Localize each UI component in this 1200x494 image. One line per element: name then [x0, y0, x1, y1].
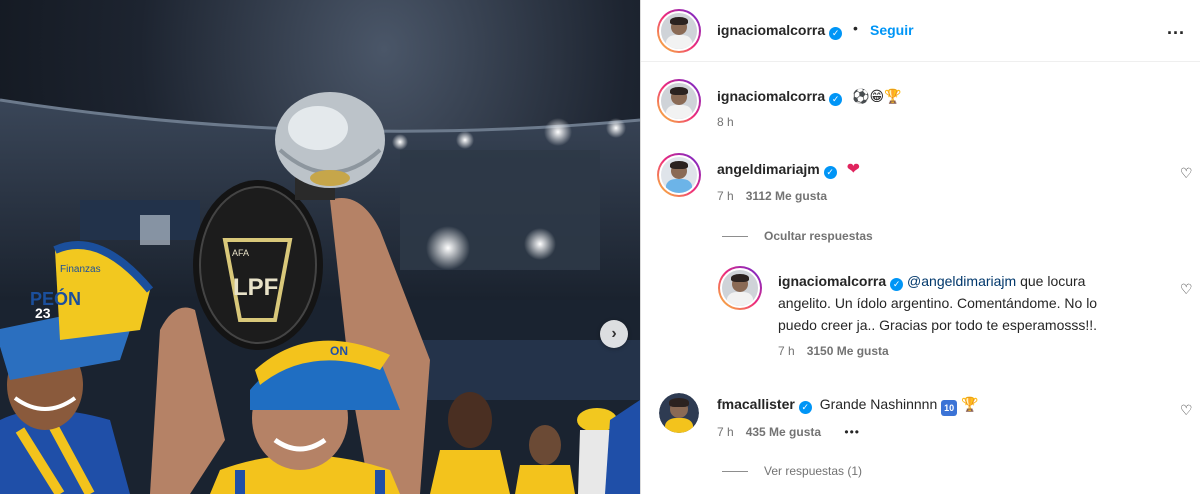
divider [722, 471, 748, 473]
reply-time: 7 h [778, 344, 795, 358]
comments-panel: ignaciomalcorra ✓ • Seguir ... ignaciomal… [640, 0, 1200, 494]
keycap-ten-icon: 10 [941, 400, 958, 416]
hide-replies-button[interactable]: Ocultar respuestas [722, 229, 873, 243]
reply-avatar[interactable] [718, 266, 762, 310]
reply-text-2: angelito. Un ídolo argentino. Comentándo… [778, 295, 1098, 311]
separator-dot: • [853, 20, 858, 36]
verified-icon: ✓ [798, 401, 812, 414]
caption-time: 8 h [717, 115, 734, 129]
reply-username[interactable]: ignaciomalcorra [778, 273, 886, 289]
reply-likes[interactable]: 3150 Me gusta [807, 344, 889, 358]
reply-text-1: que locura [1016, 273, 1086, 289]
comment-likes[interactable]: 3112 Me gusta [746, 189, 827, 203]
chevron-right-icon: › [611, 325, 617, 342]
post-header: ignaciomalcorra ✓ • Seguir ... [641, 0, 1200, 62]
verified-icon: ✓ [829, 27, 843, 40]
like-heart-icon[interactable]: ♡ [1180, 281, 1193, 298]
comment-meta: 7 h 3112 Me gusta [717, 189, 827, 203]
author-username[interactable]: ignaciomalcorra ✓ [717, 22, 843, 40]
comment-text: Grande Nashinnnn [819, 396, 938, 412]
svg-text:Finanzas: Finanzas [60, 264, 101, 275]
comment-options-icon[interactable]: ••• [844, 425, 860, 439]
reply-meta: 7 h 3150 Me gusta [778, 344, 889, 358]
reply-mention[interactable]: @angeldimariajm [907, 273, 1016, 289]
reply-body: ignaciomalcorra ✓ @angeldimariajm que loc… [778, 270, 1168, 336]
comment-username-angeldimariajm[interactable]: angeldimariajm ✓ ❤ [717, 159, 860, 179]
verified-icon: ✓ [829, 93, 843, 106]
like-heart-icon[interactable]: ♡ [1180, 165, 1193, 182]
comment-avatar-fmacallister[interactable] [659, 393, 699, 433]
celebration-photo: Finanzas PEÓN 23 ON LPF AFA [0, 92, 640, 494]
verified-icon: ✓ [823, 166, 837, 179]
comment-likes[interactable]: 435 Me gusta [746, 425, 821, 439]
more-options-icon[interactable]: ... [1167, 18, 1185, 39]
follow-button[interactable]: Seguir [870, 22, 914, 38]
svg-text:23: 23 [35, 305, 51, 321]
divider [722, 236, 748, 238]
comment-time: 7 h [717, 425, 734, 439]
caption-avatar[interactable] [657, 79, 701, 123]
verified-icon: ✓ [890, 278, 904, 291]
svg-text:AFA: AFA [232, 248, 249, 258]
caption-username[interactable]: ignaciomalcorra ✓ ⚽😁🏆 [717, 88, 902, 106]
author-avatar[interactable] [657, 9, 701, 53]
like-heart-icon[interactable]: ♡ [1180, 402, 1193, 419]
next-photo-button[interactable]: › [600, 320, 628, 348]
svg-text:ON: ON [330, 344, 348, 358]
comment-time: 7 h [717, 189, 734, 203]
comment-username-fmacallister[interactable]: fmacallister ✓ Grande Nashinnnn 10 🏆 [717, 396, 978, 416]
comment-meta: 7 h 435 Me gusta ••• [717, 425, 860, 439]
comment-avatar-angeldimariajm[interactable] [657, 153, 701, 197]
caption-text: ⚽😁🏆 [852, 89, 902, 105]
red-heart-icon: ❤ [846, 161, 860, 178]
post-photo[interactable]: Finanzas PEÓN 23 ON LPF AFA › [0, 0, 640, 494]
trophy-icon: 🏆 [961, 397, 979, 413]
reply-text-3: puedo creer ja.. Gracias por todo te esp… [778, 317, 1098, 333]
svg-text:LPF: LPF [233, 274, 278, 301]
view-replies-button[interactable]: Ver respuestas (1) [722, 464, 862, 478]
